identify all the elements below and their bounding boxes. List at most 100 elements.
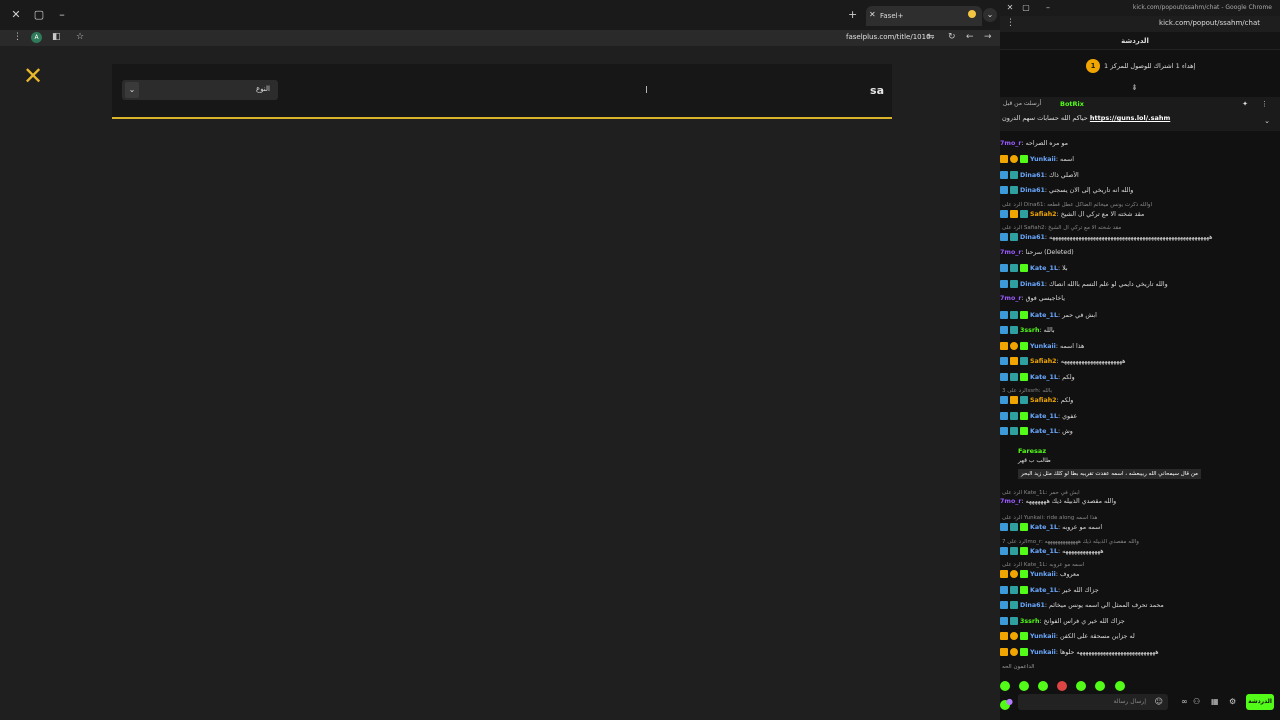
chat-username[interactable]: Kate_1L xyxy=(1030,265,1058,272)
chat-username[interactable]: Dina61 xyxy=(1020,281,1045,288)
menu-dots-icon[interactable]: ⋮ xyxy=(13,32,22,42)
tab-close-icon[interactable]: ✕ xyxy=(869,10,876,19)
chat-username[interactable]: Dina61 xyxy=(1020,187,1045,194)
forward-icon[interactable]: ← xyxy=(966,32,974,42)
minimize-window-icon[interactable]: – xyxy=(54,7,70,23)
new-tab-icon[interactable]: + xyxy=(848,8,857,21)
search-input[interactable]: sa xyxy=(870,84,884,97)
infinity-icon[interactable]: ∞ xyxy=(1181,697,1188,706)
profile-avatar[interactable]: A xyxy=(31,32,42,43)
chat-message[interactable]: Kate_1L: هههههههههههههه xyxy=(1000,547,1280,561)
highlighted-username[interactable]: Faresaz xyxy=(1018,447,1046,455)
chevron-down-icon[interactable]: ⌄ xyxy=(1264,117,1270,125)
maximize-window-icon[interactable]: ▢ xyxy=(31,7,47,23)
chat-message[interactable]: Kate_1L: ابش في حمر xyxy=(1000,311,1280,325)
menu-dots-icon[interactable]: ⋮ xyxy=(1006,18,1015,28)
chat-username[interactable]: Yunkaii xyxy=(1030,649,1056,656)
chat-username[interactable]: Kate_1L xyxy=(1030,413,1058,420)
chat-username[interactable]: Dina61 xyxy=(1020,234,1045,241)
chat-message[interactable]: 7mo_r: ياخاجيسي فوق xyxy=(1000,295,1280,309)
chat-message[interactable]: 7mo_r: سرحنا (Deleted) xyxy=(1000,249,1280,263)
chat-username[interactable]: Kate_1L xyxy=(1030,428,1058,435)
chat-message[interactable]: Safiah2: ولكم xyxy=(1000,396,1280,410)
chat-username[interactable]: Safiah2 xyxy=(1030,358,1057,365)
send-button[interactable]: الدردشة xyxy=(1246,694,1274,710)
tab-fasel[interactable]: ✕ Fasel+ xyxy=(866,6,982,26)
chat-username[interactable]: 7mo_r xyxy=(1000,249,1022,256)
close-window-icon[interactable]: ✕ xyxy=(1002,0,1018,16)
chat-message[interactable]: Kate_1L: وش xyxy=(1000,427,1280,441)
chat-username[interactable]: Yunkaii xyxy=(1030,156,1056,163)
pinned-username[interactable]: BotRix xyxy=(1060,100,1084,108)
pinned-link[interactable]: https://guns.lol/.sahm xyxy=(1090,114,1170,122)
close-search-icon[interactable]: ✕ xyxy=(22,64,44,88)
maximize-window-icon[interactable]: ▢ xyxy=(1018,0,1034,16)
back-icon[interactable]: → xyxy=(984,32,992,42)
collapse-icon[interactable]: ⇟ xyxy=(1131,83,1138,92)
chat-username[interactable]: Kate_1L xyxy=(1030,374,1058,381)
chat-input[interactable]: إرسال رسالة ☺ xyxy=(1018,694,1168,710)
more-options-icon[interactable]: ⋮ xyxy=(1261,100,1268,108)
chat-message[interactable]: Yunkaii: هذا اسمه xyxy=(1000,342,1280,356)
side-panel-icon[interactable]: ◧ xyxy=(52,32,61,42)
address-bar[interactable]: kick.com/popout/ssahm/chat xyxy=(1159,19,1260,27)
chat-message[interactable]: Kate_1L: جزاك الله خير xyxy=(1000,586,1280,600)
minimize-window-icon[interactable]: – xyxy=(1040,0,1056,16)
chat-username[interactable]: Safiah2 xyxy=(1030,397,1057,404)
gear-icon[interactable]: ⚙ xyxy=(1229,697,1236,706)
chat-username[interactable]: Kate_1L xyxy=(1030,548,1058,555)
pin-icon[interactable]: ✦ xyxy=(1242,100,1248,108)
chat-username[interactable]: 7mo_r xyxy=(1000,498,1022,505)
chat-username[interactable]: Kate_1L xyxy=(1030,312,1058,319)
chat-message[interactable]: 3ssrh: بالله xyxy=(1000,326,1280,340)
goal-count-badge: 1 xyxy=(1086,59,1100,73)
chat-message[interactable]: 7mo_r: مو مره الصراحه xyxy=(1000,140,1280,154)
chat-message[interactable]: Safiah2: مقد شخته الا مع تركي ال الشيخ xyxy=(1000,210,1280,224)
chat-username[interactable]: Yunkaii xyxy=(1030,571,1056,578)
chat-username[interactable]: 3ssrh xyxy=(1020,618,1039,625)
chat-username[interactable]: Dina61 xyxy=(1020,172,1045,179)
chat-username[interactable]: 7mo_r xyxy=(1000,295,1022,302)
chat-username[interactable]: Yunkaii xyxy=(1030,343,1056,350)
chat-message[interactable]: Yunkaii: اسمه xyxy=(1000,155,1280,169)
chat-message[interactable]: Dina61: والله تاريخي دايمي لو علم التسم … xyxy=(1000,280,1280,294)
chat-username[interactable]: Safiah2 xyxy=(1030,211,1057,218)
search-panel: ⌄ النوع I sa xyxy=(112,64,892,119)
site-settings-icon[interactable]: ⇋ xyxy=(927,32,935,42)
close-window-icon[interactable]: ✕ xyxy=(8,7,24,23)
emote-icon[interactable] xyxy=(1114,681,1125,691)
chat-username[interactable]: Kate_1L xyxy=(1030,524,1058,531)
chat-username[interactable]: Yunkaii xyxy=(1030,633,1056,640)
chat-message[interactable]: Kate_1L: عفوي xyxy=(1000,412,1280,426)
chat-message[interactable]: Yunkaii: هههههههههههههههههههههههههههه حل… xyxy=(1000,648,1280,662)
chat-username[interactable]: Kate_1L xyxy=(1030,587,1058,594)
chat-message[interactable]: Yunkaii: له جزاين مسحقة على الكفن xyxy=(1000,632,1280,646)
sub-badge-icon xyxy=(1010,326,1018,334)
chat-message[interactable]: Dina61: والله انه تاريخي إلى الان يسجني xyxy=(1000,186,1280,200)
chat-message[interactable]: Dina61: محمد تحرف الممثل الي اسمه يونس م… xyxy=(1000,601,1280,615)
chat-username[interactable]: 7mo_r xyxy=(1000,140,1022,147)
chat-message[interactable]: Dina61: الأصلي ذاك xyxy=(1000,171,1280,185)
store-icon[interactable]: ▦ xyxy=(1211,697,1219,706)
chat-username[interactable]: Dina61 xyxy=(1020,602,1045,609)
chevron-down-icon[interactable]: ⌄ xyxy=(125,82,139,98)
type-select[interactable]: ⌄ النوع xyxy=(122,80,278,100)
chat-message[interactable]: Dina61: هههههههههههههههههههههههههههههههه… xyxy=(1000,233,1280,247)
pinned-text: حياكم الله حسابات سهم الدرون xyxy=(1002,114,1088,122)
bookmark-star-icon[interactable]: ☆ xyxy=(76,32,84,42)
address-bar[interactable]: faselplus.com/title/1010 xyxy=(846,33,931,41)
chat-username[interactable]: 3ssrh xyxy=(1020,327,1039,334)
emote-icon[interactable] xyxy=(1000,681,1010,691)
users-icon[interactable]: ⚇ xyxy=(1193,697,1200,706)
chat-message[interactable]: 7mo_r: والله مقصدي الذبيله ذيك هههههههه xyxy=(1000,498,1280,512)
chat-message[interactable]: Kate_1L: اسمه مو عروبه xyxy=(1000,523,1280,537)
chat-message[interactable]: Yunkaii: معروف xyxy=(1000,570,1280,584)
tab-search-chevron-icon[interactable]: ⌄ xyxy=(983,8,997,22)
chat-message[interactable]: Kate_1L: بلا xyxy=(1000,264,1280,278)
emoji-icon[interactable]: ☺ xyxy=(1155,697,1163,706)
chat-message[interactable]: Kate_1L: ولكم xyxy=(1000,373,1280,387)
chat-message[interactable]: Safiah2: هههههههههههههههههههههه xyxy=(1000,357,1280,371)
mic-icon[interactable]: ● xyxy=(1006,697,1013,706)
reload-icon[interactable]: ↻ xyxy=(948,32,956,42)
chat-message[interactable]: 3ssrh: جزاك الله خير ي فراس الفوانخ xyxy=(1000,617,1280,631)
